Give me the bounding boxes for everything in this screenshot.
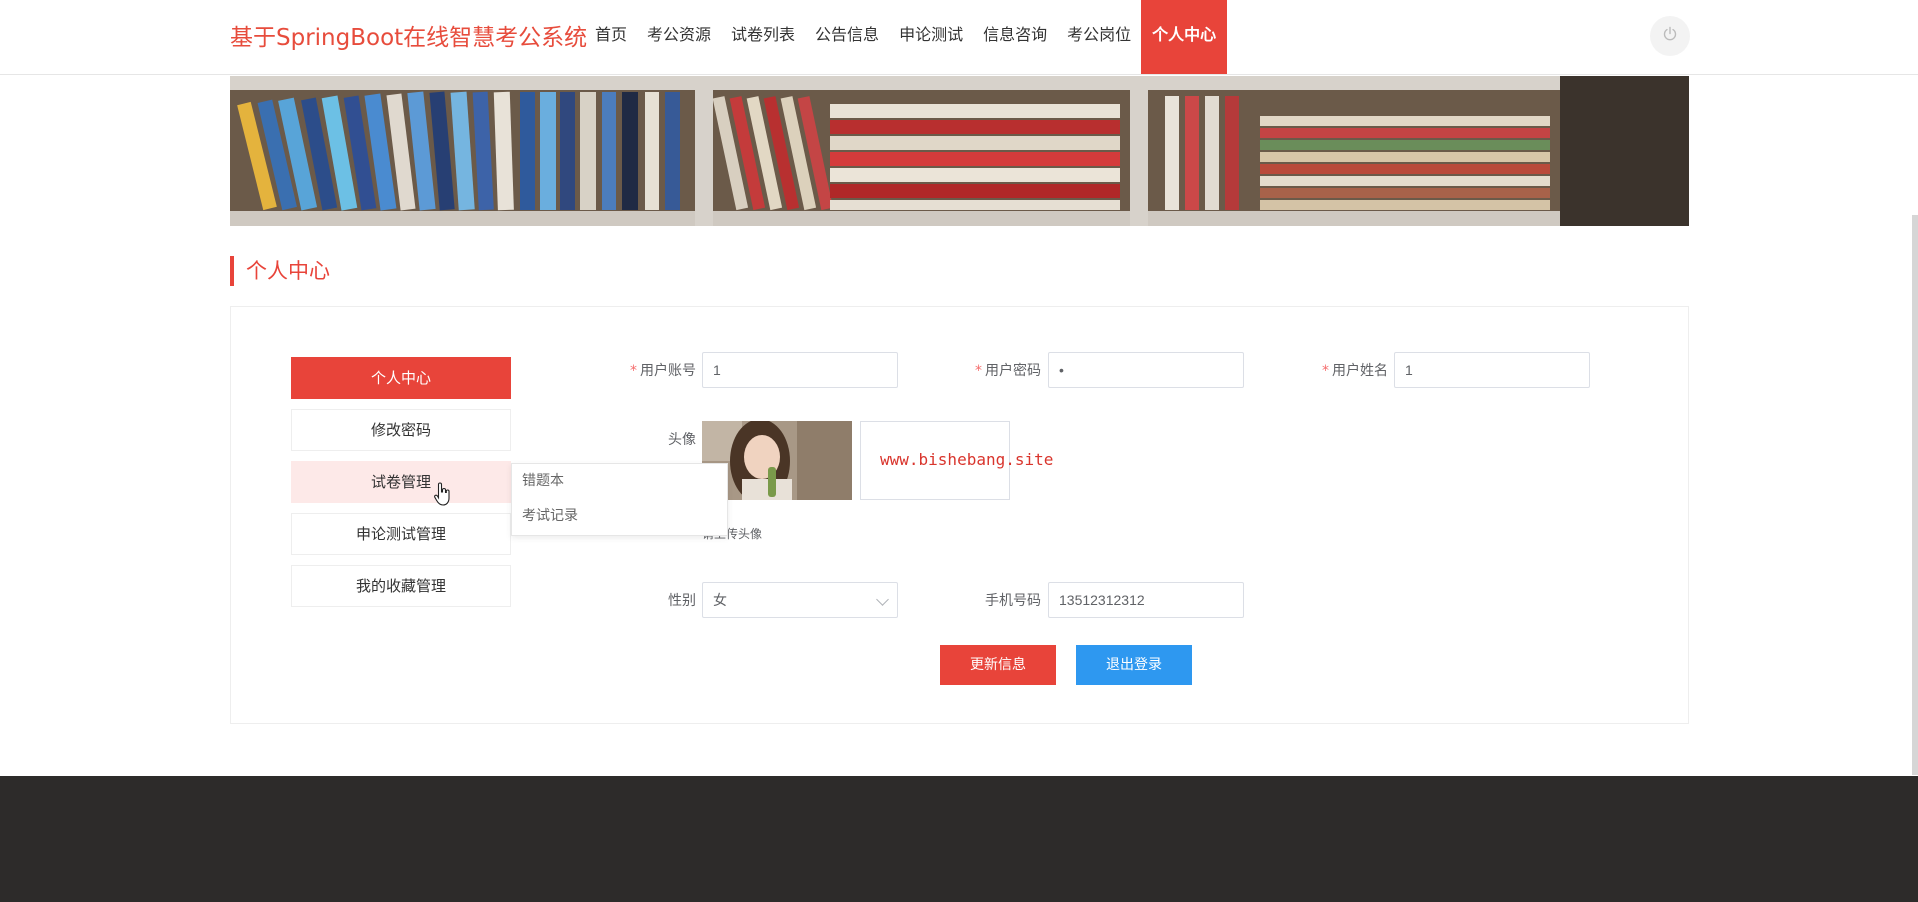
vertical-scrollbar[interactable] (1912, 215, 1918, 775)
nav-home[interactable]: 首页 (585, 0, 637, 74)
nav-announcements[interactable]: 公告信息 (805, 0, 889, 74)
password-field[interactable]: • (1048, 352, 1244, 388)
nav-essay-test[interactable]: 申论测试 (889, 0, 973, 74)
page-footer (0, 776, 1918, 902)
nav-positions[interactable]: 考公岗位 (1057, 0, 1141, 74)
sidebar-item-personal-center[interactable]: 个人中心 (291, 357, 511, 399)
main-nav: 首页 考公资源 试卷列表 公告信息 申论测试 信息咨询 考公岗位 个人中心 (585, 0, 1228, 74)
phone-field[interactable]: 13512312312 (1048, 582, 1244, 618)
update-info-button[interactable]: 更新信息 (940, 645, 1056, 685)
sidebar-item-exam-management[interactable]: 试卷管理 (291, 461, 511, 503)
phone-label: 手机号码 (985, 593, 1041, 609)
page-title: 个人中心 (230, 256, 330, 286)
nav-exam-list[interactable]: 试卷列表 (721, 0, 805, 74)
exam-management-submenu: 错题本 考试记录 (511, 463, 728, 536)
account-field[interactable]: 1 (702, 352, 898, 388)
gender-select-value: 女 (713, 592, 727, 608)
submenu-item-exam-records[interactable]: 考试记录 (512, 499, 727, 534)
nav-personal-center[interactable]: 个人中心 (1141, 0, 1228, 74)
power-icon (1662, 26, 1678, 46)
logout-power-button[interactable] (1650, 16, 1690, 56)
site-brand[interactable]: 基于SpringBoot在线智慧考公系统 (230, 18, 587, 52)
account-label: * 用户账号 (630, 363, 696, 379)
nav-resources[interactable]: 考公资源 (637, 0, 721, 74)
logout-button[interactable]: 退出登录 (1076, 645, 1192, 685)
submenu-item-wrong-questions[interactable]: 错题本 (512, 464, 727, 499)
watermark-text: www.bishebang.site (880, 450, 1054, 469)
sidebar-item-essay-test-management[interactable]: 申论测试管理 (291, 513, 511, 555)
name-field[interactable]: 1 (1394, 352, 1590, 388)
bookshelf-banner (230, 76, 1689, 226)
avatar-label: 头像 (668, 432, 696, 448)
top-header: 基于SpringBoot在线智慧考公系统 首页 考公资源 试卷列表 公告信息 申… (0, 0, 1918, 75)
nav-consulting[interactable]: 信息咨询 (973, 0, 1057, 74)
name-label: * 用户姓名 (1322, 363, 1388, 379)
sidebar-item-change-password[interactable]: 修改密码 (291, 409, 511, 451)
gender-label: 性别 (668, 593, 696, 609)
gender-select[interactable]: 女 (702, 582, 898, 618)
password-label: * 用户密码 (975, 363, 1041, 379)
profile-panel: 个人中心 修改密码 试卷管理 申论测试管理 我的收藏管理 错题本 考试记录 * 用… (230, 306, 1689, 724)
sidebar-item-favorites-management[interactable]: 我的收藏管理 (291, 565, 511, 607)
chevron-down-icon (876, 593, 889, 606)
hand-cursor-icon (434, 482, 452, 510)
